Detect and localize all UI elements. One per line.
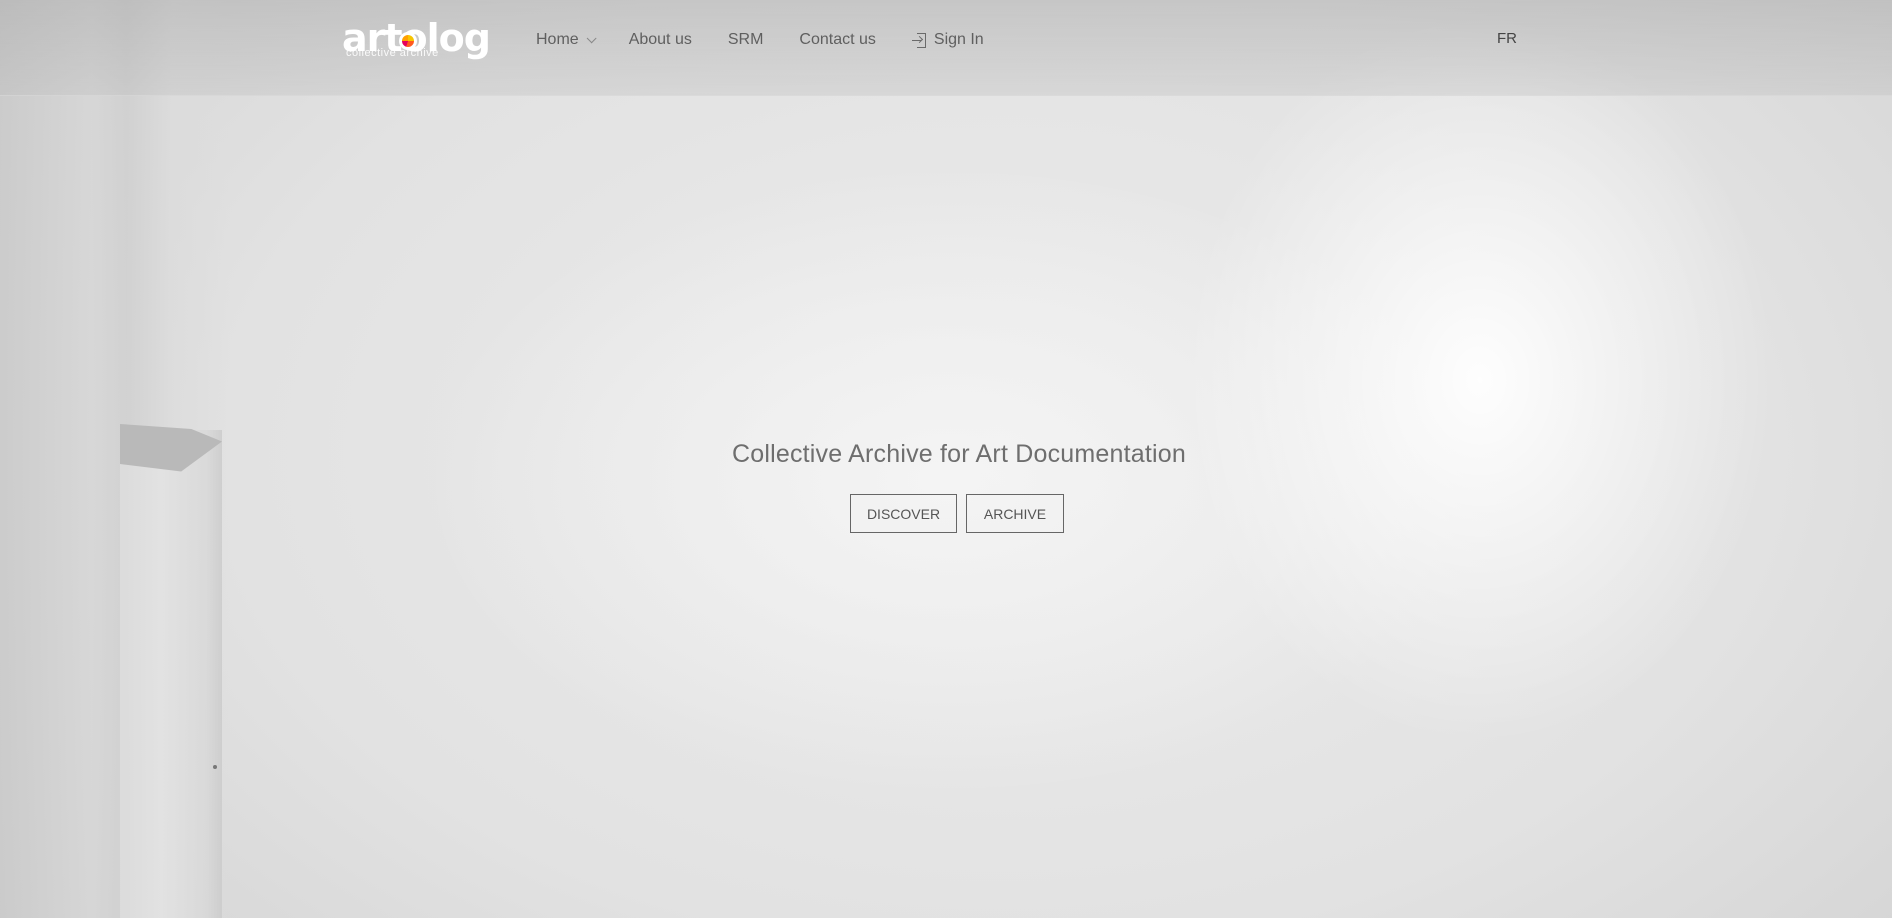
hero-title: Collective Archive for Art Documentation: [731, 440, 1187, 468]
nav-item-about-us[interactable]: About us: [629, 31, 692, 49]
discover-button[interactable]: DISCOVER: [850, 494, 957, 533]
sign-in-icon: [911, 32, 926, 48]
nav-item-label: SRM: [727, 31, 764, 48]
nav-item-label: Contact us: [799, 31, 876, 48]
chevron-down-icon: [586, 32, 597, 43]
site-header: artolog collective archive Home About us…: [0, 0, 1892, 96]
nav-item-sign-in[interactable]: Sign In: [911, 31, 984, 49]
main-nav: Home About us SRM Contact us Sign In: [536, 29, 1020, 51]
archive-button[interactable]: ARCHIVE: [966, 494, 1064, 533]
background-dot: [213, 765, 217, 769]
logo-tagline: collective archive: [346, 47, 439, 59]
nav-item-label: Sign In: [933, 31, 984, 48]
background-pillar: [120, 430, 222, 918]
nav-item-label: About us: [628, 31, 692, 48]
language-switch-fr[interactable]: FR: [1497, 30, 1517, 47]
nav-item-label: Home: [536, 31, 579, 48]
page: artolog collective archive Home About us…: [0, 0, 1892, 918]
nav-item-contact-us[interactable]: Contact us: [799, 31, 875, 49]
hero-buttons: DISCOVER ARCHIVE: [850, 494, 1064, 533]
site-logo[interactable]: artolog collective archive: [342, 18, 491, 62]
nav-item-home[interactable]: Home: [536, 31, 597, 49]
nav-item-srm[interactable]: SRM: [728, 31, 764, 49]
